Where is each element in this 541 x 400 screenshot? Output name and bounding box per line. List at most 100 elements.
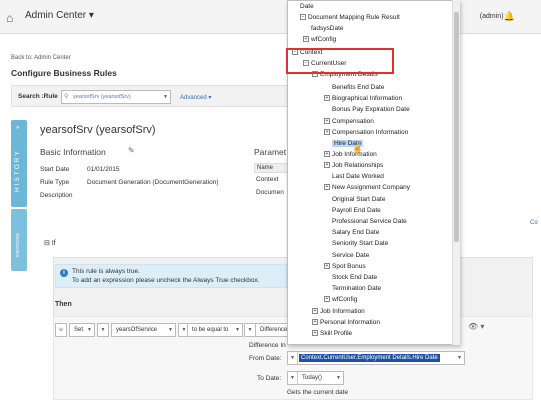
expand-icon[interactable]: + <box>324 184 330 191</box>
chevron-down-icon: ▼ <box>457 355 462 361</box>
tree-node[interactable]: Benefits End Date <box>332 84 384 91</box>
tree-node[interactable]: Last Date Worked <box>332 173 384 180</box>
operator-select[interactable]: to be equal to ▼ <box>187 323 243 337</box>
expand-icon[interactable]: + <box>312 330 318 337</box>
chevron-down-icon[interactable]: ▼ <box>288 372 298 384</box>
set-select[interactable]: Set ▼ <box>69 323 95 337</box>
tree-node-label: Last Date Worked <box>332 173 384 180</box>
expand-icon[interactable]: + <box>324 151 330 158</box>
tree-node[interactable]: + wfConfig <box>303 36 336 43</box>
tree-node[interactable]: Service Date <box>332 252 369 259</box>
tree-node[interactable]: + Compensation <box>324 118 374 125</box>
chevron-down-icon[interactable]: ▼ <box>288 352 298 364</box>
target-field-value: yearsOfService <box>116 327 158 333</box>
chevron-down-icon[interactable]: ▼ <box>97 323 109 337</box>
secondary-tab-label: IDEATIONS <box>15 233 20 257</box>
tree-node-label: Seniority Start Date <box>332 240 389 247</box>
bell-icon[interactable]: 🔔 <box>504 11 515 22</box>
expand-icon[interactable]: + <box>324 263 330 270</box>
tree-node[interactable]: + Compensation Information <box>324 129 408 136</box>
info-icon: i <box>60 269 68 277</box>
eye-icon[interactable]: 👁 ▾ <box>468 322 484 331</box>
tree-scroll-thumb[interactable] <box>454 12 459 242</box>
collapse-icon[interactable]: − <box>300 14 306 21</box>
secondary-tab[interactable]: IDEATIONS <box>11 209 27 271</box>
tree-node[interactable]: Stock End Date <box>332 274 377 281</box>
tree-node[interactable]: − Document Mapping Rule Result <box>300 14 400 21</box>
expand-icon[interactable]: + <box>312 308 318 315</box>
app-title: Admin Center <box>25 10 87 21</box>
app-title-menu[interactable]: Admin Center ▾ <box>25 10 94 21</box>
tree-node-label: Date <box>300 3 314 10</box>
expand-icon[interactable]: + <box>324 129 330 136</box>
chevron-down-icon: ▼ <box>168 327 173 333</box>
rule-search-value: yearsofSrv (yearsofSrv) <box>73 94 131 100</box>
tree-node[interactable]: + New Assignment Company <box>324 184 410 191</box>
search-bar: Search :Rule ⚲ yearsofSrv (yearsofSrv) ▼… <box>11 85 311 107</box>
tree-node-label: wfConfig <box>311 36 337 43</box>
chevron-down-icon: ▼ <box>87 327 92 333</box>
tree-node[interactable]: + wfConfig <box>324 296 357 303</box>
tree-node[interactable]: + Job Information <box>312 308 365 315</box>
tree-node[interactable]: Bonus Pay Expiration Date <box>332 106 410 113</box>
if-label: If <box>51 240 56 247</box>
rule-search-select[interactable]: ⚲ yearsofSrv (yearsofSrv) ▼ <box>61 90 171 104</box>
history-tab-label: HISTORY <box>14 149 21 192</box>
parameters-heading: Paramet <box>254 147 287 157</box>
tree-scrollbar[interactable] <box>452 0 460 345</box>
tree-node[interactable]: + Job Information <box>324 151 377 158</box>
rule-title: yearsofSrv (yearsofSrv) <box>40 124 156 136</box>
expand-icon[interactable]: + <box>324 162 330 169</box>
tree-node-label: Bonus Pay Expiration Date <box>332 106 410 113</box>
back-link[interactable]: Back to: Admin Center <box>11 55 71 61</box>
tree-node-label: Service Date <box>332 252 370 259</box>
to-date-field[interactable]: ▼ Today() ▼ <box>287 371 344 385</box>
tree-node[interactable]: fadsysDate <box>311 25 344 32</box>
expand-icon[interactable]: + <box>324 95 330 102</box>
tree-node-label: Compensation <box>332 118 374 125</box>
target-field-select[interactable]: yearsOfService ▼ <box>111 323 176 337</box>
home-icon[interactable]: ⌂ <box>6 11 13 25</box>
tree-node[interactable]: Termination Date <box>332 285 381 292</box>
set-value: Set <box>74 327 84 333</box>
tree-node-label: fadsysDate <box>311 25 344 32</box>
tree-node[interactable]: + Biographical Information <box>324 95 402 102</box>
if-section-toggle[interactable]: ⊟ If <box>44 239 56 247</box>
tree-node-label: Job Relationships <box>332 162 384 169</box>
difference-in-label: Difference In <box>249 342 286 349</box>
always-true-info: i This rule is always true. To add an ex… <box>55 264 287 288</box>
from-date-field[interactable]: ▼ Context.CurrentUser.Employment Details… <box>287 351 465 365</box>
tree-node[interactable]: + Spot Bonus <box>324 263 366 270</box>
function-select[interactable]: Difference <box>255 323 288 337</box>
advanced-label: Advanced <box>180 95 207 101</box>
then-heading: Then <box>55 301 72 308</box>
tree-node-label: Compensation Information <box>332 129 409 136</box>
tree-node[interactable]: Payroll End Date <box>332 207 381 214</box>
expand-icon[interactable]: + <box>312 319 318 326</box>
pencil-icon[interactable]: ✎ <box>128 146 135 155</box>
tree-node[interactable]: + Job Relationships <box>324 162 383 169</box>
expand-icon[interactable]: + <box>324 118 330 125</box>
advanced-link[interactable]: Advanced ▾ <box>180 94 211 101</box>
tree-node[interactable]: Seniority Start Date <box>332 240 388 247</box>
tree-node-label: Document Mapping Rule Result <box>308 14 400 21</box>
collapse-link[interactable]: Co <box>530 220 538 226</box>
tree-node-label: Skill Profile <box>320 330 353 337</box>
expand-icon[interactable]: + <box>303 36 309 43</box>
tree-node[interactable]: Salary End Date <box>332 229 379 236</box>
chevron-down-icon: ▼ <box>235 327 240 333</box>
tree-node[interactable]: + Skill Profile <box>312 330 352 337</box>
tree-node[interactable]: Original Start Date <box>332 196 385 203</box>
search-label: Search :Rule <box>18 93 58 100</box>
history-tab[interactable]: » HISTORY <box>11 120 27 207</box>
user-name: (admin) <box>479 13 504 20</box>
tree-node[interactable]: Date <box>300 3 314 10</box>
description-label: Description <box>40 192 73 199</box>
tree-node[interactable]: + Personal Information <box>312 319 380 326</box>
expand-icon[interactable]: + <box>324 296 330 303</box>
from-date-value: Context.CurrentUser.Employment Details.H… <box>299 354 440 362</box>
tree-node-label: Benefits End Date <box>332 84 385 91</box>
expand-icon[interactable]: ⊝ <box>55 323 67 337</box>
function-value: Difference <box>260 327 288 333</box>
tree-node[interactable]: Professional Service Date <box>332 218 407 225</box>
